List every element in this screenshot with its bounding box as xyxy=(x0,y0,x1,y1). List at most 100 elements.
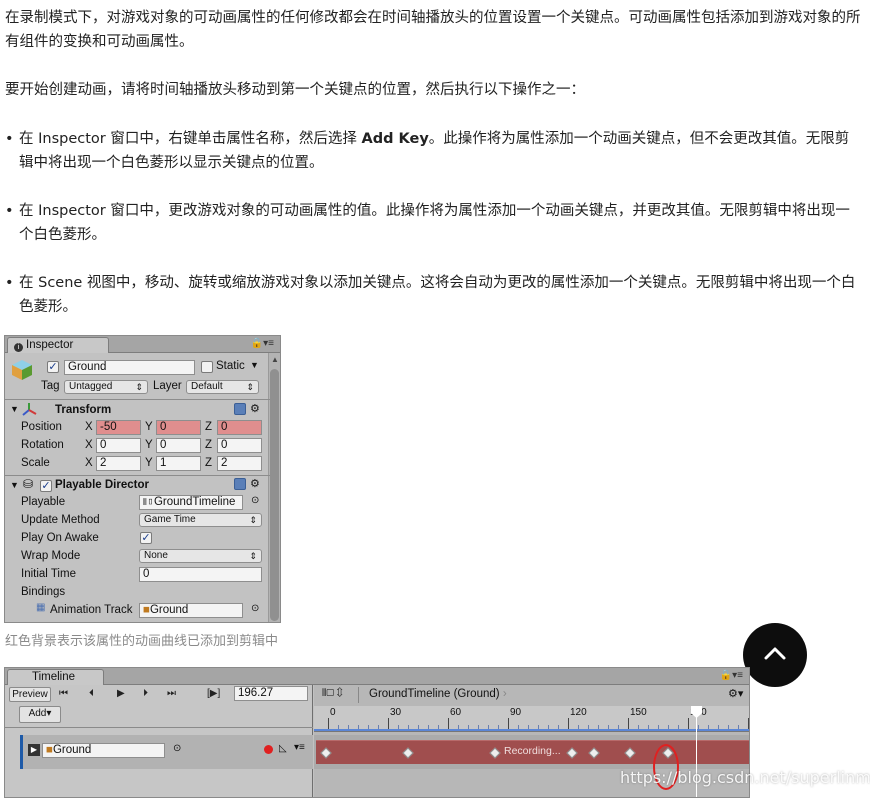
ruler-tick xyxy=(628,718,629,729)
curve-icon[interactable]: ◺ xyxy=(279,743,287,754)
lock-menu-icon[interactable]: 🔒▾≡ xyxy=(251,338,274,349)
tag-dropdown[interactable]: Untagged ⇕ xyxy=(64,380,148,394)
preview-button[interactable]: Preview xyxy=(9,687,51,702)
scale-z-field[interactable]: 2 xyxy=(217,456,262,471)
initial-time-field[interactable]: 0 xyxy=(139,567,262,582)
object-picker-icon[interactable]: ⊙ xyxy=(173,743,181,754)
scroll-up-icon[interactable]: ▲ xyxy=(271,355,279,364)
info-icon: i xyxy=(14,343,23,352)
timeline-tab[interactable]: Timeline xyxy=(7,669,104,685)
track-header[interactable]: ▶ ■Ground ⊙ ◺ ▾≡ xyxy=(20,735,313,769)
update-method-dropdown[interactable]: Game Time ⇕ xyxy=(139,513,262,527)
play-track-icon[interactable]: ▶ xyxy=(28,744,40,756)
track-binding-field[interactable]: ■Ground xyxy=(42,743,165,758)
inspector-tab[interactable]: i Inspector xyxy=(7,337,109,353)
keyframe-diamond[interactable] xyxy=(320,747,332,759)
help-book-icon[interactable] xyxy=(234,403,246,415)
gameobject-cube-icon xyxy=(11,359,33,381)
play-range-icon[interactable]: [▶] xyxy=(207,688,220,699)
wrap-mode-dropdown[interactable]: None ⇕ xyxy=(139,549,262,563)
cube-icon: ■ xyxy=(46,744,53,756)
rotation-label: Rotation xyxy=(21,439,64,451)
ruler-tick xyxy=(568,718,569,729)
layer-label: Layer xyxy=(153,380,182,392)
axis-y-label: Y xyxy=(145,421,153,433)
ruler-tick xyxy=(748,718,749,729)
rotation-y-field[interactable]: 0 xyxy=(156,438,201,453)
chevron-up-icon xyxy=(764,647,786,660)
record-icon[interactable] xyxy=(264,745,273,754)
add-label: Add xyxy=(28,708,47,719)
goto-end-icon[interactable]: ⏭ xyxy=(167,688,176,699)
goto-start-icon[interactable]: ⏮ xyxy=(59,688,68,699)
object-picker-icon[interactable]: ⊙ xyxy=(251,603,259,614)
axis-y-label: Y xyxy=(145,457,153,469)
ruler-tick xyxy=(688,718,689,729)
divider xyxy=(5,475,270,476)
keyframe-diamond[interactable] xyxy=(588,747,600,759)
recording-label: Recording... xyxy=(504,745,561,757)
scale-x-field[interactable]: 2 xyxy=(96,456,141,471)
rotation-x-field[interactable]: 0 xyxy=(96,438,141,453)
play-on-awake-checkbox[interactable]: ✓ xyxy=(140,532,152,544)
figure-caption: 红色背景表示该属性的动画曲线已添加到剪辑中 xyxy=(5,634,279,649)
watermark: https://blog.csdn.net/superlinmeng xyxy=(620,768,870,787)
bindings-label: Bindings xyxy=(21,586,66,598)
asset-title[interactable]: GroundTimeline (Ground) xyxy=(369,688,500,700)
gear-icon[interactable]: ⚙ xyxy=(250,402,260,415)
bullet-item-change-value: • 在 Inspector 窗口中，更改游戏对象的可动画属性的值。此操作将为属性… xyxy=(5,199,861,247)
divider xyxy=(5,399,270,400)
foldout-arrow-icon[interactable]: ▼ xyxy=(10,404,19,414)
keyframe-diamond[interactable] xyxy=(566,747,578,759)
ruler-tick-label: 60 xyxy=(450,707,462,718)
foldout-arrow-icon[interactable]: ▼ xyxy=(10,480,19,490)
keyframe-diamond[interactable] xyxy=(624,747,636,759)
updown-icon: ⇕ xyxy=(249,551,257,561)
position-label: Position xyxy=(21,421,62,433)
keyframe-diamond[interactable] xyxy=(402,747,414,759)
update-method-value: Game Time xyxy=(144,514,196,525)
tag-value: Untagged xyxy=(69,381,113,392)
inspector-scrollbar[interactable]: ▲ xyxy=(268,353,280,622)
frame-field[interactable]: 196.27 xyxy=(234,686,308,701)
timeline-track-list: Preview ⏮ ⏴ ▶ ⏵ ⏭ [▶] 196.27 Add▾ ▶ ■Gro… xyxy=(5,685,313,797)
axis-z-label: Z xyxy=(205,439,213,451)
position-z-field[interactable]: 0 xyxy=(217,420,262,435)
static-dropdown-icon[interactable]: ▼ xyxy=(250,360,259,370)
track-menu-icon[interactable]: ▾≡ xyxy=(294,742,305,753)
marker-icon[interactable]: ⫴▢ ⇕ xyxy=(322,688,343,699)
position-x-field[interactable]: -50 xyxy=(96,420,141,435)
director-title: Playable Director xyxy=(55,479,149,491)
wrap-mode-label: Wrap Mode xyxy=(21,550,81,562)
gear-icon[interactable]: ⚙▾ xyxy=(728,687,743,700)
scroll-thumb[interactable] xyxy=(270,369,279,621)
object-picker-icon[interactable]: ⊙ xyxy=(251,495,259,506)
static-checkbox[interactable] xyxy=(201,361,213,373)
scroll-to-top-button[interactable] xyxy=(743,623,807,687)
director-icon: ⛁ xyxy=(23,477,34,491)
animation-track-field[interactable]: ■Ground xyxy=(139,603,243,618)
prev-frame-icon[interactable]: ⏴ xyxy=(89,688,94,699)
axis-z-label: Z xyxy=(205,421,213,433)
keyframe-diamond[interactable] xyxy=(489,747,501,759)
time-ruler[interactable]: 0306090120150180210 xyxy=(314,706,749,732)
active-checkbox[interactable]: ✓ xyxy=(47,361,59,373)
director-enabled-checkbox[interactable]: ✓ xyxy=(40,480,52,492)
timeline-asset-icon: ⫴▯ xyxy=(143,497,154,507)
initial-time-label: Initial Time xyxy=(21,568,76,580)
intro-paragraph: 在录制模式下，对游戏对象的可动画属性的任何修改都会在时间轴播放头的位置设置一个关… xyxy=(5,10,861,50)
infinite-clip[interactable]: Recording... xyxy=(316,740,749,764)
position-y-field[interactable]: 0 xyxy=(156,420,201,435)
gear-icon[interactable]: ⚙ xyxy=(250,477,260,490)
rotation-z-field[interactable]: 0 xyxy=(217,438,262,453)
play-icon[interactable]: ▶ xyxy=(117,688,125,699)
lock-menu-icon[interactable]: 🔒▾≡ xyxy=(720,670,743,681)
next-frame-icon[interactable]: ⏵ xyxy=(143,688,148,699)
scale-y-field[interactable]: 1 xyxy=(156,456,201,471)
object-name-field[interactable]: Ground xyxy=(64,360,195,375)
help-book-icon[interactable] xyxy=(234,478,246,490)
axis-x-label: X xyxy=(85,421,93,433)
add-button[interactable]: Add▾ xyxy=(19,706,61,723)
layer-dropdown[interactable]: Default ⇕ xyxy=(186,380,259,394)
playable-field[interactable]: ⫴▯GroundTimeline xyxy=(139,495,243,510)
